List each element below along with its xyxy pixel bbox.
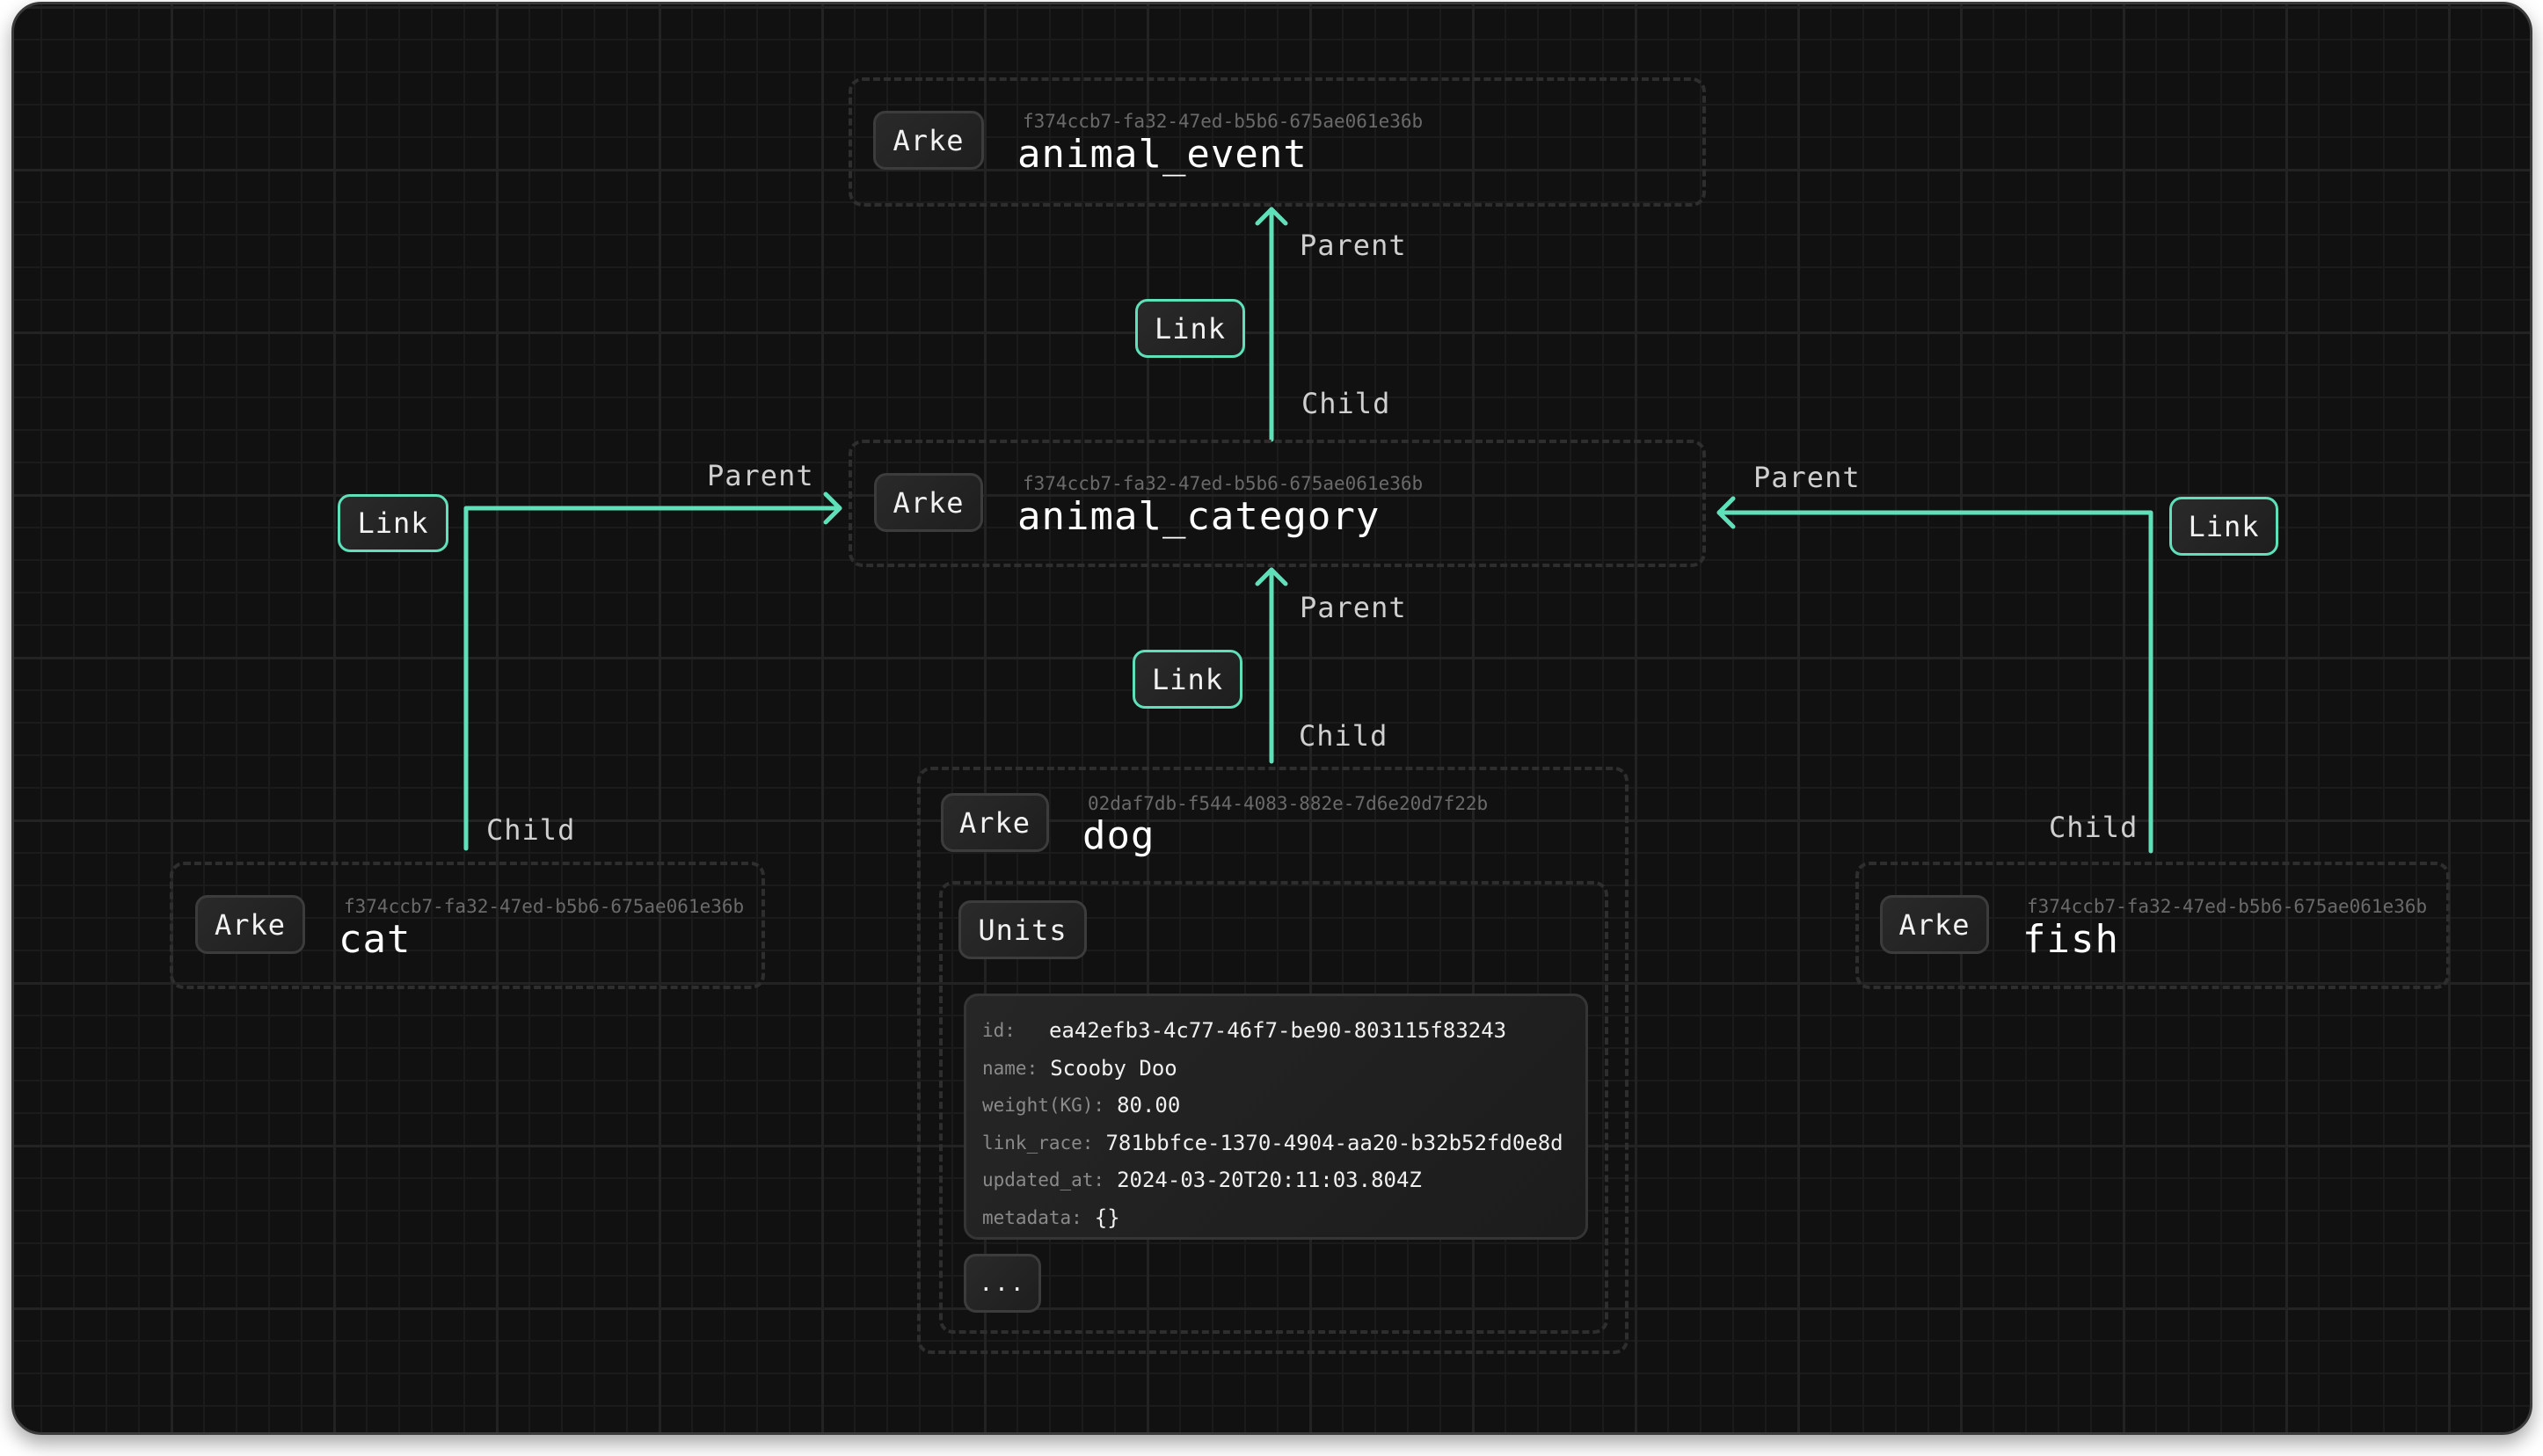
arke-badge[interactable]: Arke: [1880, 895, 1989, 954]
field-value: ea42efb3-4c77-46f7-be90-803115f83243: [1048, 1018, 1507, 1044]
node-uuid: f374ccb7-fa32-47ed-b5b6-675ae061e36b: [1023, 473, 1424, 494]
unit-field-id: id: ea42efb3-4c77-46f7-be90-803115f83243: [982, 1012, 1585, 1050]
field-value: {}: [1094, 1205, 1120, 1230]
unit-field-name: name: Scooby Doo: [982, 1050, 1585, 1088]
node-uuid: f374ccb7-fa32-47ed-b5b6-675ae061e36b: [344, 896, 745, 917]
field-key: metadata:: [982, 1206, 1082, 1228]
link-badge[interactable]: Link: [1133, 650, 1242, 709]
node-title: animal_category: [1017, 494, 1381, 539]
field-value: 80.00: [1117, 1093, 1181, 1118]
unit-field-weight: weight(KG): 80.00: [982, 1087, 1585, 1125]
unit-card[interactable]: id: ea42efb3-4c77-46f7-be90-803115f83243…: [964, 994, 1588, 1240]
field-value: 781bbfce-1370-4904-aa20-b32b52fd0e8d: [1105, 1130, 1563, 1155]
link-badge[interactable]: Link: [2169, 497, 2278, 556]
edge-parent-label: Parent: [1300, 591, 1407, 624]
units-badge[interactable]: Units: [958, 900, 1087, 959]
edge-child-label: Child: [486, 813, 576, 847]
field-key: id:: [982, 1020, 1016, 1042]
field-value: 2024-03-20T20:11:03.804Z: [1117, 1168, 1422, 1193]
field-key: updated_at:: [982, 1169, 1105, 1191]
field-key: link_race:: [982, 1132, 1094, 1154]
arke-badge[interactable]: Arke: [873, 111, 984, 170]
unit-field-link-race: link_race: 781bbfce-1370-4904-aa20-b32b5…: [982, 1125, 1585, 1162]
link-badge[interactable]: Link: [1135, 299, 1245, 358]
node-title: fish: [2022, 917, 2119, 962]
edge-child-label: Child: [2049, 811, 2139, 844]
node-uuid: 02daf7db-f544-4083-882e-7d6e20d7f22b: [1088, 793, 1489, 814]
edge-parent-label: Parent: [1753, 461, 1861, 494]
arke-badge[interactable]: Arke: [874, 473, 983, 532]
more-button[interactable]: ...: [964, 1254, 1041, 1313]
edge-child-label: Child: [1301, 387, 1391, 420]
edge-parent-label: Parent: [707, 459, 814, 492]
field-key: weight(KG):: [982, 1095, 1105, 1117]
field-value: Scooby Doo: [1050, 1055, 1177, 1081]
arke-badge[interactable]: Arke: [195, 895, 305, 954]
field-key: name:: [982, 1057, 1038, 1079]
arke-badge[interactable]: Arke: [941, 793, 1049, 852]
link-badge[interactable]: Link: [338, 494, 448, 552]
node-uuid: f374ccb7-fa32-47ed-b5b6-675ae061e36b: [2027, 896, 2428, 917]
edge-parent-label: Parent: [1300, 229, 1407, 262]
edge-child-label: Child: [1299, 719, 1388, 753]
node-uuid: f374ccb7-fa32-47ed-b5b6-675ae061e36b: [1023, 111, 1424, 132]
node-title: dog: [1082, 813, 1155, 858]
node-title: cat: [339, 917, 412, 962]
node-title: animal_event: [1017, 132, 1308, 177]
unit-field-metadata: metadata: {}: [982, 1199, 1585, 1237]
unit-field-updated-at: updated_at: 2024-03-20T20:11:03.804Z: [982, 1161, 1585, 1199]
